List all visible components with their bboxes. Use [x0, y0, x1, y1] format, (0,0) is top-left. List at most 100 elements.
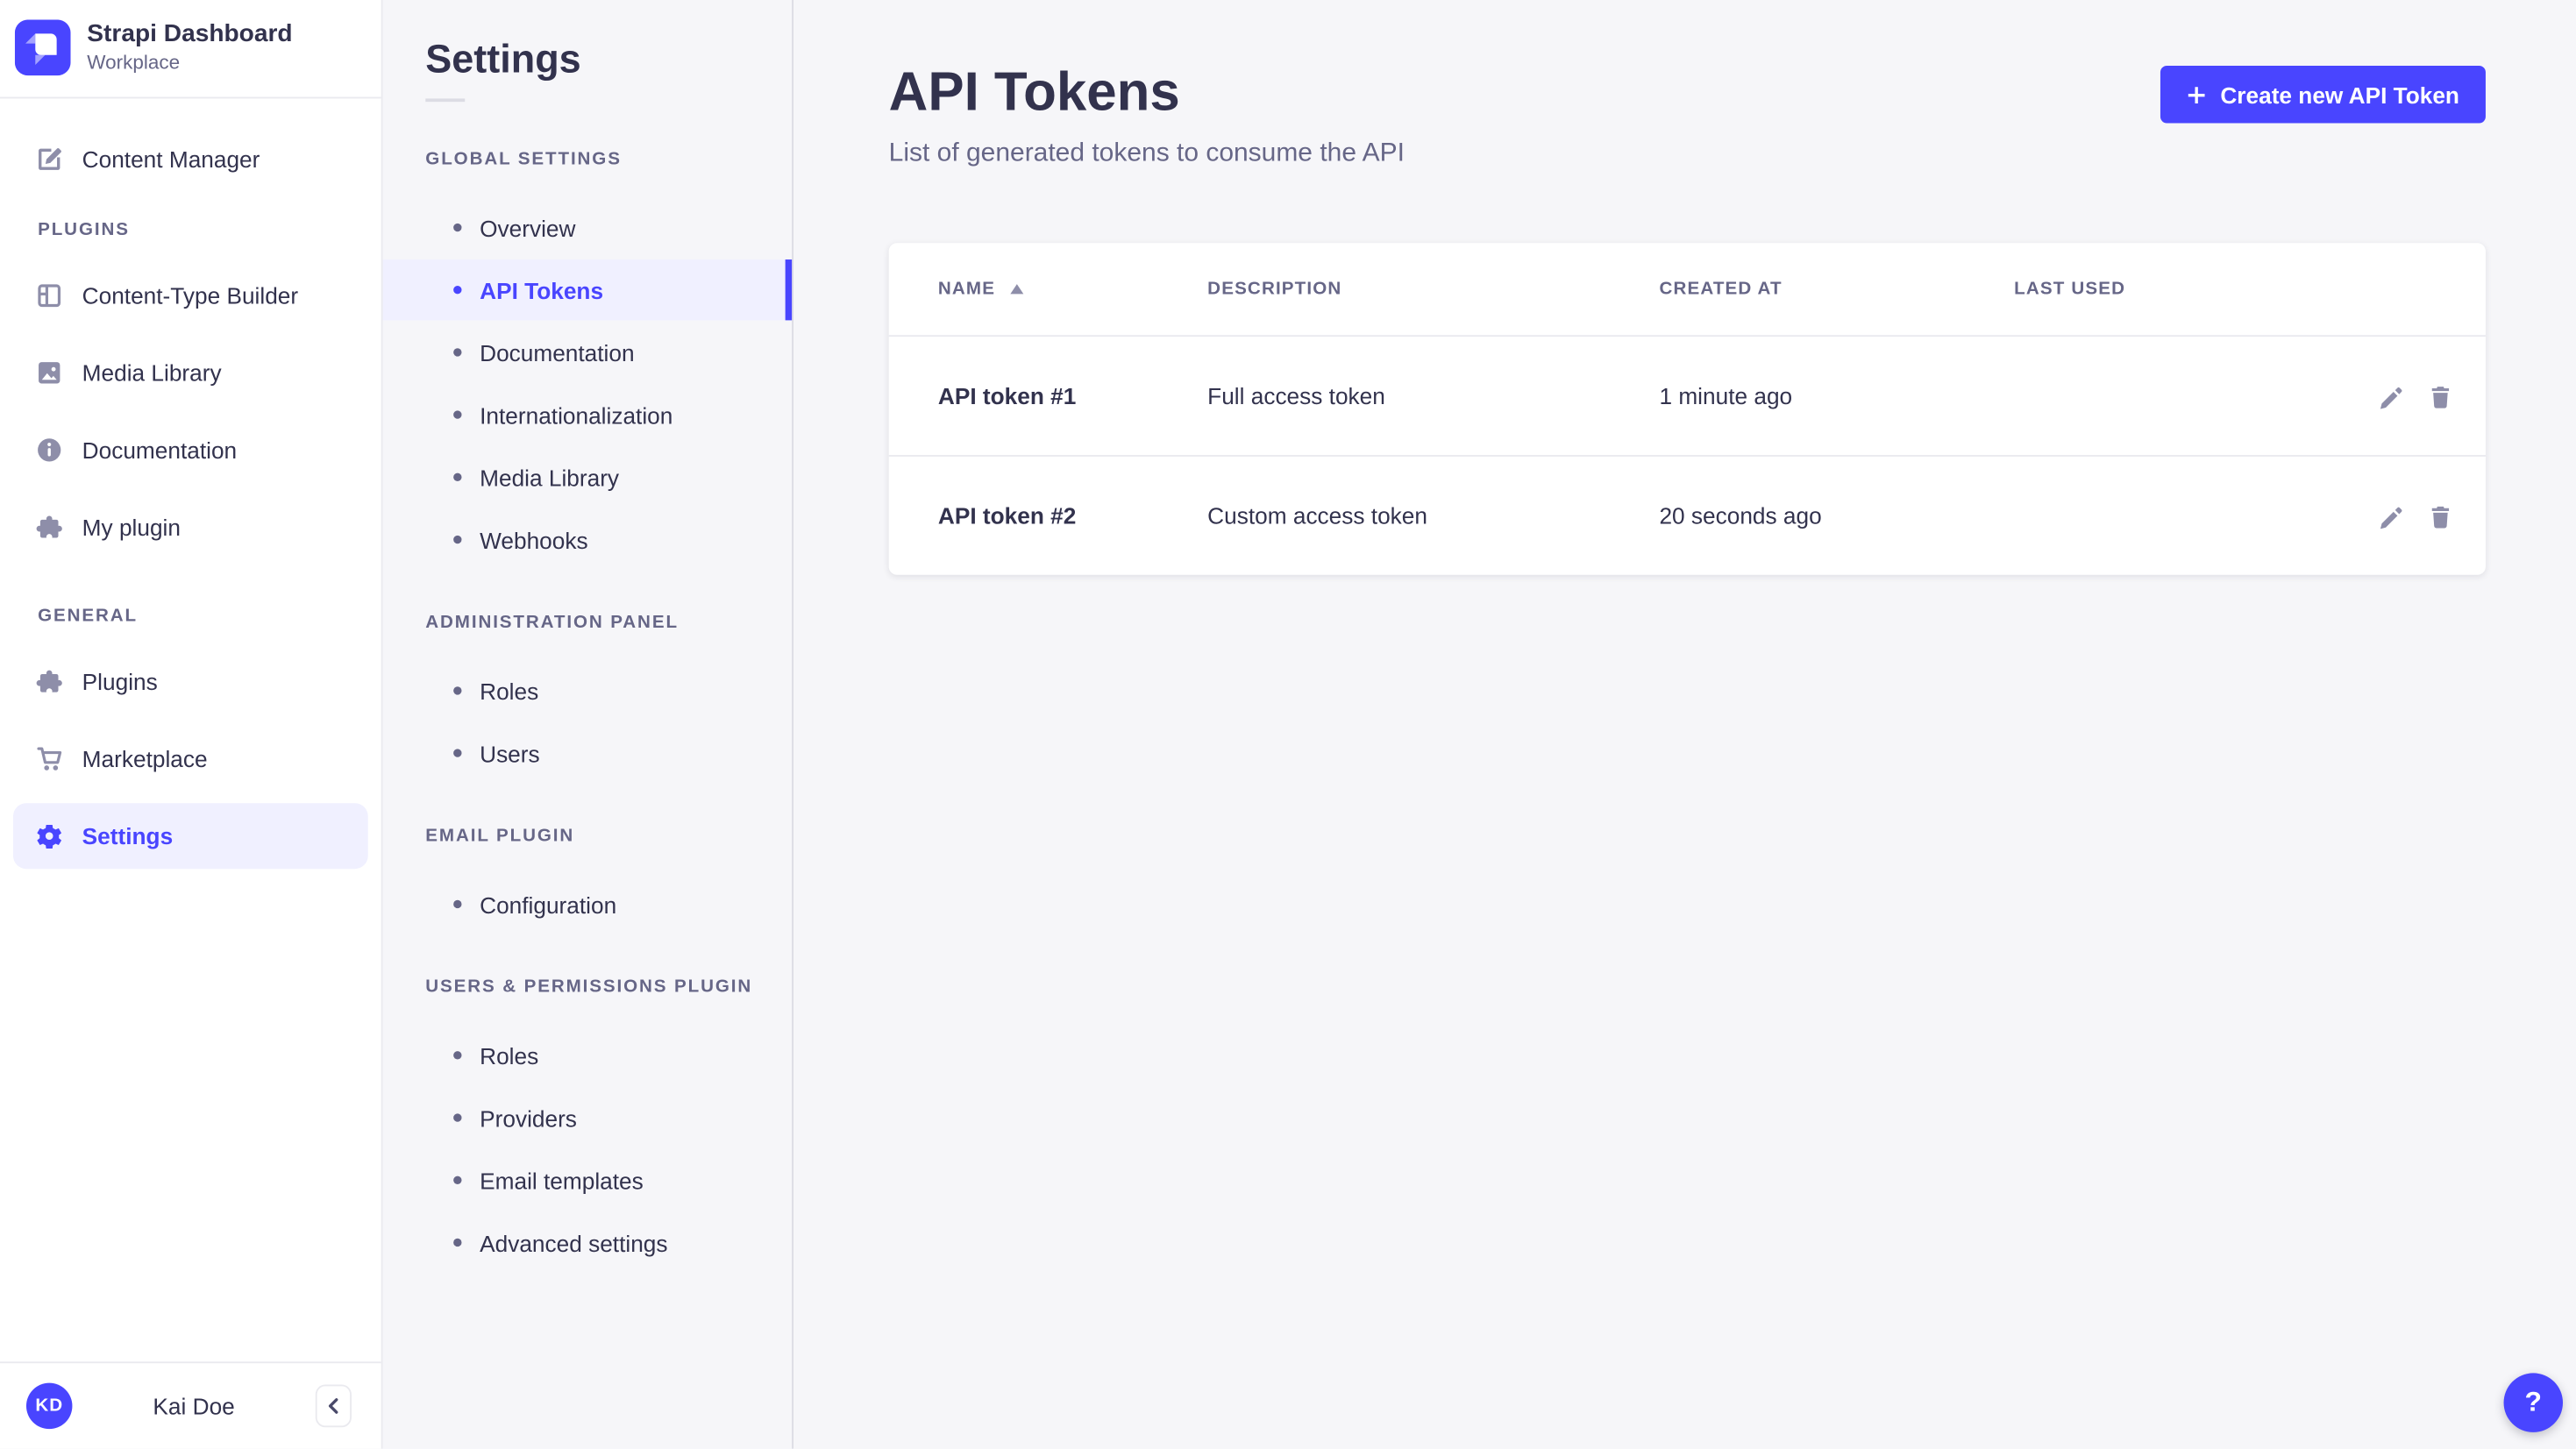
sort-ascending-icon	[1010, 284, 1023, 294]
subnav-item-advanced-settings[interactable]: Advanced settings	[383, 1212, 793, 1273]
subnav-title: Settings	[425, 36, 749, 85]
bullet-icon	[453, 473, 461, 481]
subnav-item-label: Roles	[480, 1042, 538, 1069]
sidebar-item-my-plugin[interactable]: My plugin	[13, 494, 368, 560]
pencil-icon	[2378, 503, 2402, 528]
sidebar-item-content-manager[interactable]: Content Manager	[13, 126, 368, 192]
trash-icon	[2427, 503, 2451, 528]
main-sidebar: Strapi Dashboard Workplace Content Manag…	[0, 0, 383, 1449]
column-header-label: LAST USED	[2014, 280, 2125, 299]
subnav-item-label: Providers	[480, 1105, 577, 1131]
edit-token-button[interactable]	[2377, 502, 2403, 529]
create-button-label: Create new API Token	[2220, 82, 2459, 108]
bullet-icon	[453, 224, 461, 231]
create-api-token-button[interactable]: Create new API Token	[2160, 66, 2486, 124]
subnav-item-email-templates[interactable]: Email templates	[383, 1150, 793, 1211]
subnav-item-overview[interactable]: Overview	[383, 197, 793, 258]
subnav-item-up-roles[interactable]: Roles	[383, 1025, 793, 1085]
subnav-item-label: API Tokens	[480, 277, 603, 303]
sidebar-item-marketplace[interactable]: Marketplace	[13, 726, 368, 792]
workspace-name: Workplace	[87, 51, 292, 75]
subnav-item-documentation[interactable]: Documentation	[383, 322, 793, 382]
table-row[interactable]: API token #1 Full access token 1 minute …	[889, 337, 2486, 457]
sidebar-nav: Content Manager PLUGINS Content-Type Bui…	[0, 98, 381, 1361]
column-header-created-at[interactable]: CREATED AT	[1659, 280, 2014, 299]
column-header-label: DESCRIPTION	[1207, 280, 1341, 299]
column-header-label: CREATED AT	[1659, 280, 1782, 299]
sidebar-item-label: Settings	[82, 823, 173, 849]
user-name[interactable]: Kai Doe	[72, 1393, 315, 1419]
plus-icon	[2186, 84, 2205, 103]
cart-icon	[32, 742, 65, 775]
bullet-icon	[453, 348, 461, 356]
subnav-item-label: Media Library	[480, 464, 619, 490]
sidebar-item-label: Media Library	[82, 359, 222, 386]
app-title: Strapi Dashboard	[87, 19, 292, 49]
subnav-item-label: Documentation	[480, 339, 634, 366]
token-name: API token #2	[938, 502, 1207, 529]
column-header-name[interactable]: NAME	[938, 280, 1207, 299]
brand-area[interactable]: Strapi Dashboard Workplace	[0, 0, 381, 98]
subnav-item-api-tokens[interactable]: API Tokens	[383, 259, 793, 320]
sidebar-collapse-button[interactable]	[316, 1385, 352, 1428]
sidebar-item-label: Content-Type Builder	[82, 282, 298, 309]
bullet-icon	[453, 536, 461, 543]
sidebar-section-general: GENERAL	[38, 606, 381, 627]
subnav-section-administration-panel: ADMINISTRATION PANEL	[425, 613, 792, 634]
page-subtitle: List of generated tokens to consume the …	[889, 137, 1405, 171]
subnav-section-users-permissions-plugin: USERS & PERMISSIONS PLUGIN	[425, 977, 792, 998]
bullet-icon	[453, 1051, 461, 1059]
subnav-item-label: Configuration	[480, 891, 616, 917]
main-content: API Tokens List of generated tokens to c…	[793, 0, 2576, 1449]
gear-icon	[32, 820, 65, 852]
subnav-item-label: Advanced settings	[480, 1229, 667, 1255]
edit-token-button[interactable]	[2377, 383, 2403, 409]
bullet-icon	[453, 686, 461, 694]
api-tokens-table: NAME DESCRIPTION CREATED AT LAST USED AP…	[889, 243, 2486, 574]
subnav-section-global-settings: GLOBAL SETTINGS	[425, 150, 792, 171]
puzzle-icon	[32, 665, 65, 698]
bullet-icon	[453, 900, 461, 908]
bullet-icon	[453, 286, 461, 294]
table-header-row: NAME DESCRIPTION CREATED AT LAST USED	[889, 243, 2486, 337]
page-header: API Tokens List of generated tokens to c…	[889, 60, 2486, 171]
subnav-item-label: Email templates	[480, 1167, 644, 1193]
question-mark-icon: ?	[2525, 1386, 2542, 1418]
sidebar-item-content-type-builder[interactable]: Content-Type Builder	[13, 263, 368, 329]
subnav-item-admin-roles[interactable]: Roles	[383, 660, 793, 721]
sidebar-item-settings[interactable]: Settings	[13, 803, 368, 869]
sidebar-footer: KD Kai Doe	[0, 1361, 381, 1448]
bullet-icon	[453, 410, 461, 418]
column-header-last-used[interactable]: LAST USED	[2014, 280, 2343, 299]
subnav-item-email-configuration[interactable]: Configuration	[383, 874, 793, 934]
strapi-logo-icon	[15, 19, 71, 75]
settings-subnav: Settings GLOBAL SETTINGS Overview API To…	[383, 0, 793, 1449]
subnav-item-admin-users[interactable]: Users	[383, 722, 793, 783]
brand-text: Strapi Dashboard Workplace	[87, 19, 292, 75]
row-actions	[2343, 383, 2486, 409]
sidebar-item-label: Content Manager	[82, 146, 260, 173]
edit-icon	[32, 143, 65, 175]
delete-token-button[interactable]	[2426, 502, 2452, 529]
delete-token-button[interactable]	[2426, 383, 2452, 409]
column-header-description[interactable]: DESCRIPTION	[1207, 280, 1659, 299]
app-window: Strapi Dashboard Workplace Content Manag…	[0, 0, 2576, 1449]
subnav-item-media-library[interactable]: Media Library	[383, 447, 793, 508]
table-row[interactable]: API token #2 Custom access token 20 seco…	[889, 457, 2486, 575]
sidebar-item-documentation[interactable]: Documentation	[13, 417, 368, 483]
sidebar-item-media-library[interactable]: Media Library	[13, 340, 368, 406]
bullet-icon	[453, 749, 461, 756]
avatar[interactable]: KD	[26, 1383, 72, 1429]
subnav-item-internationalization[interactable]: Internationalization	[383, 384, 793, 444]
token-description: Custom access token	[1207, 502, 1659, 529]
subnav-item-providers[interactable]: Providers	[383, 1087, 793, 1147]
sidebar-item-plugins[interactable]: Plugins	[13, 649, 368, 714]
help-button[interactable]: ?	[2504, 1373, 2563, 1431]
page-header-text: API Tokens List of generated tokens to c…	[889, 60, 1405, 171]
column-header-label: NAME	[938, 280, 995, 299]
puzzle-icon	[32, 511, 65, 543]
token-description: Full access token	[1207, 383, 1659, 409]
subnav-item-webhooks[interactable]: Webhooks	[383, 509, 793, 570]
pencil-icon	[2378, 384, 2402, 408]
row-actions	[2343, 502, 2486, 529]
